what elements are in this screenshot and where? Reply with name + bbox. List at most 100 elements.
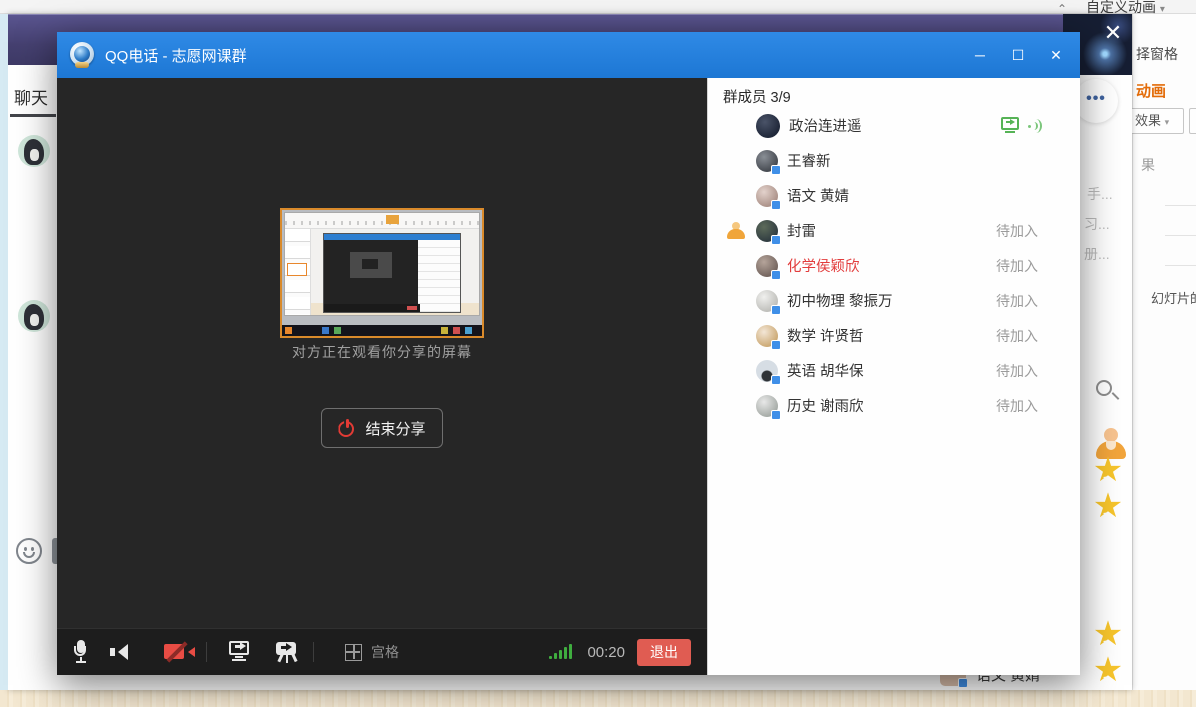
- grid-view-label[interactable]: 宫格: [371, 642, 399, 662]
- member-row[interactable]: 数学 许贤哲 待加入: [708, 318, 1080, 353]
- camera-off-icon[interactable]: [164, 642, 192, 662]
- shared-screen-preview: [280, 208, 484, 338]
- member-name: 政治连进遥: [789, 115, 862, 136]
- clipped-dropdown[interactable]: [1189, 108, 1196, 134]
- avatar: [756, 290, 778, 312]
- wps-top-strip: [0, 0, 1196, 14]
- member-status: 待加入: [996, 396, 1038, 416]
- share-status-text: 对方正在观看你分享的屏幕: [57, 342, 707, 362]
- pane-divider: [1165, 265, 1196, 266]
- device-badge: [771, 305, 781, 315]
- avatar: [756, 150, 778, 172]
- signal-icon: [549, 644, 579, 661]
- qzone-star-icon[interactable]: ★z: [1090, 652, 1126, 688]
- member-name: 化学侯颖欣: [787, 255, 860, 276]
- member-status: 待加入: [996, 361, 1038, 381]
- preview-ppt-app: [284, 212, 480, 316]
- selection-pane-label[interactable]: 择窗格: [1136, 44, 1178, 64]
- avatar-figure: [30, 314, 39, 326]
- device-badge: [771, 235, 781, 245]
- sidebar-item[interactable]: 册...: [1084, 244, 1110, 264]
- slide-hint-label: 幻灯片的某: [1151, 288, 1196, 307]
- avatar: [756, 220, 778, 242]
- device-badge: [771, 200, 781, 210]
- tab-chat[interactable]: 聊天: [14, 84, 48, 109]
- qq-call-window: QQ电话 - 志愿网课群 ─ ☐ ✕: [57, 32, 1080, 675]
- qzone-star-icon[interactable]: ★z: [1090, 452, 1126, 488]
- preview-desktop: [282, 210, 482, 336]
- member-row[interactable]: 英语 胡华保 待加入: [708, 353, 1080, 388]
- member-row[interactable]: 化学侯颖欣 待加入: [708, 248, 1080, 283]
- call-timer: 00:20: [587, 644, 625, 661]
- sharing-audio-icon: [1028, 118, 1042, 134]
- qzone-star-icon[interactable]: ★z: [1090, 488, 1126, 524]
- member-row[interactable]: 政治连进遥: [708, 108, 1080, 143]
- preview-ribbon: [285, 213, 479, 229]
- call-window-title: QQ电话 - 志愿网课群: [105, 45, 247, 66]
- member-status: 待加入: [996, 221, 1038, 241]
- qzone-star-icon[interactable]: ★z: [1090, 616, 1126, 652]
- avatar: [756, 185, 778, 207]
- avatar: [756, 360, 778, 382]
- animation-tab-label[interactable]: 动画: [1136, 80, 1166, 101]
- member-status: 待加入: [996, 326, 1038, 346]
- screen-share-icon[interactable]: [227, 641, 253, 663]
- emoji-icon[interactable]: [16, 538, 42, 564]
- minimize-button[interactable]: ─: [966, 42, 994, 68]
- power-icon: [338, 419, 356, 437]
- close-button[interactable]: ✕: [1042, 42, 1070, 68]
- member-status: 待加入: [996, 256, 1038, 276]
- member-name: 语文 黄婧: [787, 185, 849, 206]
- member-name: 王睿新: [787, 150, 831, 171]
- avatar[interactable]: [18, 135, 50, 167]
- sidebar-item[interactable]: 手...: [1087, 184, 1113, 204]
- microphone-icon[interactable]: [71, 640, 91, 664]
- projector-icon[interactable]: [274, 641, 300, 663]
- member-status: 待加入: [996, 291, 1038, 311]
- speaker-icon[interactable]: [108, 642, 128, 662]
- toolbar-divider: [313, 642, 314, 662]
- search-icon[interactable]: [1094, 378, 1120, 404]
- chat-close-button[interactable]: ✕: [1096, 18, 1130, 48]
- grid-view-icon[interactable]: [345, 644, 362, 661]
- members-panel: 群成员 3/9 政治连进遥 王睿新: [707, 78, 1080, 675]
- preview-slide-panel: [285, 229, 311, 315]
- member-name: 初中物理 黎振万: [787, 290, 893, 311]
- member-row[interactable]: 语文 黄婧: [708, 178, 1080, 213]
- member-name: 历史 谢雨欣: [787, 395, 864, 416]
- member-row[interactable]: 王睿新: [708, 143, 1080, 178]
- maximize-button[interactable]: ☐: [1004, 42, 1032, 68]
- preview-nested-call-window: [323, 233, 461, 313]
- sharing-screen-icon: [1001, 117, 1021, 134]
- preview-taskbar: [282, 325, 482, 336]
- member-row[interactable]: 初中物理 黎振万 待加入: [708, 283, 1080, 318]
- exit-button[interactable]: 退出: [637, 639, 691, 666]
- member-name: 封雷: [787, 220, 816, 241]
- member-name: 英语 胡华保: [787, 360, 864, 381]
- chevron-down-icon: ▾: [1165, 117, 1170, 127]
- avatar: [756, 395, 778, 417]
- end-share-button[interactable]: 结束分享: [321, 408, 443, 448]
- call-titlebar: QQ电话 - 志愿网课群 ─ ☐ ✕: [57, 32, 1080, 78]
- add-effect-dropdown[interactable]: 效果 ▾: [1128, 108, 1184, 134]
- member-name: 数学 许贤哲: [787, 325, 864, 346]
- device-badge: [771, 165, 781, 175]
- avatar[interactable]: [18, 300, 50, 332]
- member-row[interactable]: 历史 谢雨欣 待加入: [708, 388, 1080, 423]
- custom-animation-label: 自定义动画: [1086, 0, 1156, 15]
- avatar: [756, 114, 780, 138]
- pane-divider: [1165, 205, 1196, 206]
- webcam-icon: [70, 42, 96, 68]
- desktop-wallpaper-strip: [0, 690, 1196, 707]
- call-toolbar: 宫格 00:20 退出: [57, 628, 707, 675]
- avatar-figure: [30, 149, 39, 161]
- members-header: 群成员 3/9: [708, 78, 1080, 108]
- device-badge: [771, 410, 781, 420]
- more-button[interactable]: •••: [1074, 79, 1118, 123]
- group-owner-icon: [726, 222, 746, 239]
- effect-label: 效果: [1135, 113, 1161, 128]
- member-row[interactable]: 封雷 待加入: [708, 213, 1080, 248]
- sidebar-item[interactable]: 习...: [1084, 214, 1110, 234]
- tab-underline: [10, 114, 56, 117]
- chat-window-edge: [0, 14, 8, 690]
